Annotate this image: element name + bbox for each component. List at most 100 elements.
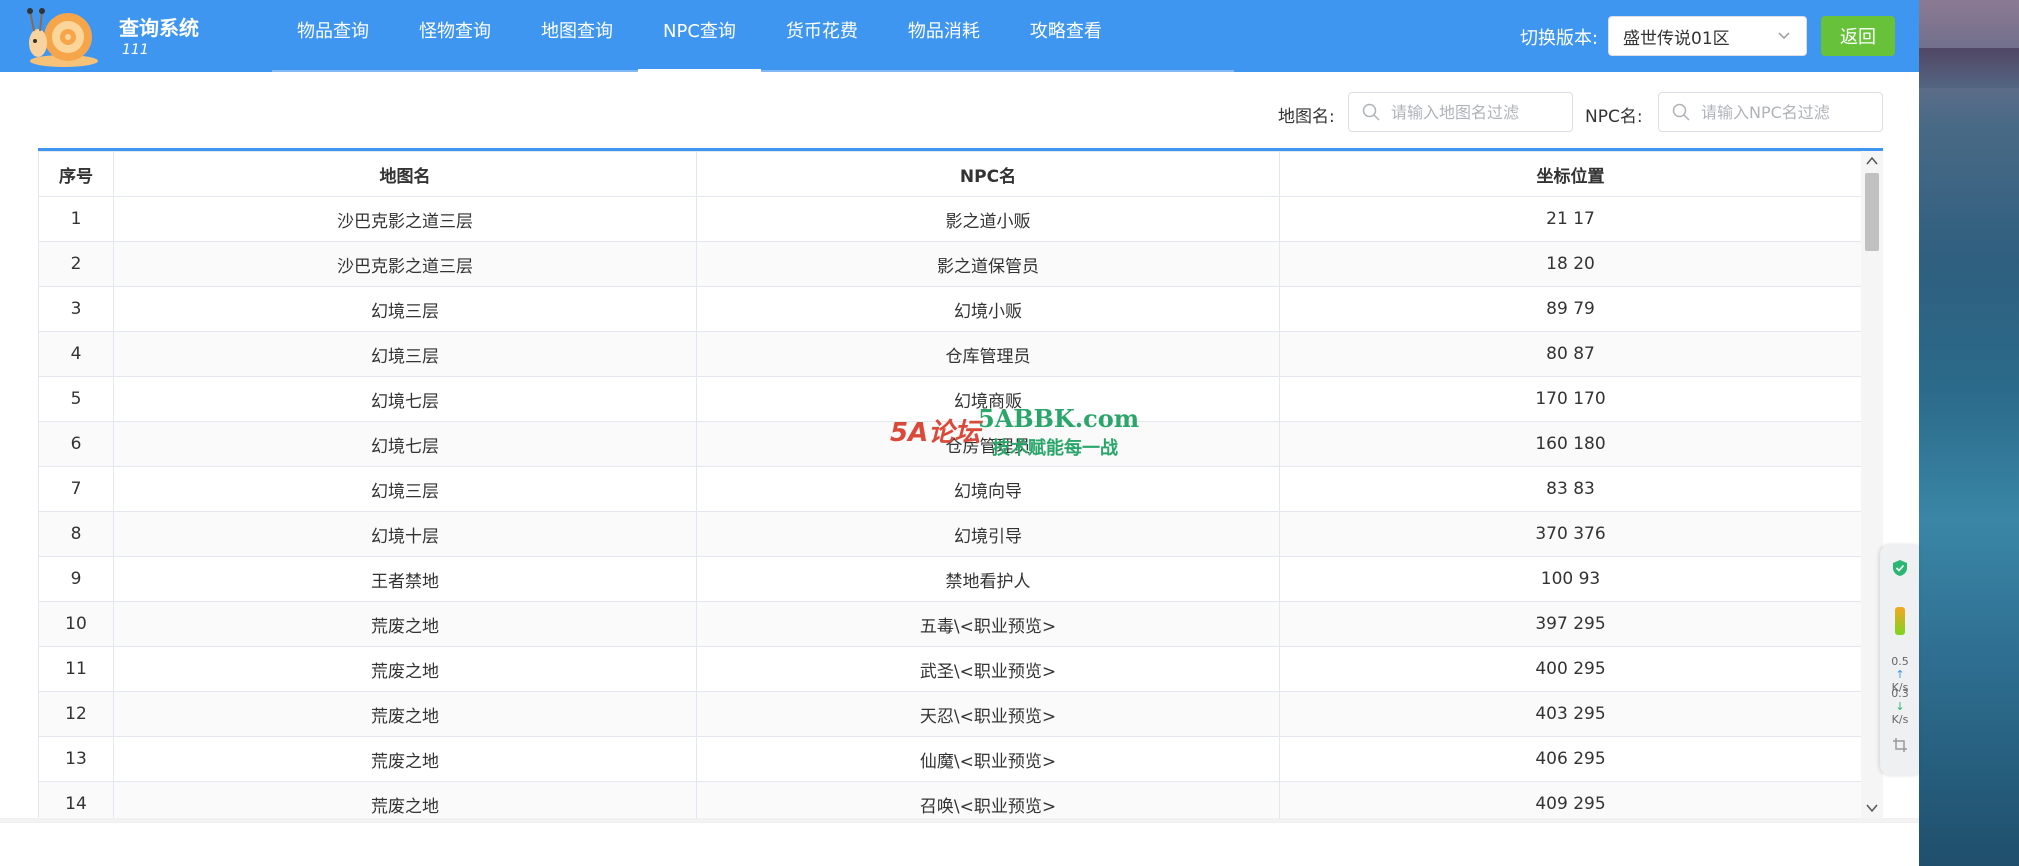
table-header-row: 序号 地图名 NPC名 坐标位置	[38, 151, 1862, 197]
cell-map-name: 王者禁地	[113, 556, 697, 602]
cell-npc-name: 幻境引导	[696, 511, 1280, 557]
cell-index: 8	[38, 511, 114, 557]
cell-position: 370 376	[1279, 511, 1862, 557]
back-button[interactable]: 返回	[1821, 16, 1895, 56]
cell-position: 160 180	[1279, 421, 1862, 467]
cell-index: 6	[38, 421, 114, 467]
cell-npc-name: 幻境小贩	[696, 286, 1280, 332]
cell-npc-name: 仓库管理员	[696, 331, 1280, 377]
nav-item-monsters[interactable]: 怪物查询	[394, 0, 516, 66]
cell-position: 400 295	[1279, 646, 1862, 692]
nav-item-currency[interactable]: 货币花费	[761, 0, 883, 66]
table-body: 1 沙巴克影之道三层 影之道小贩 21 17 2 沙巴克影之道三层 影之道保管员 18 20 3…	[38, 196, 1862, 818]
table-row[interactable]: 2 沙巴克影之道三层 影之道保管员 18 20	[38, 241, 1862, 287]
cell-index: 12	[38, 691, 114, 737]
cell-position: 100 93	[1279, 556, 1862, 602]
cell-npc-name: 五毒\<职业预览>	[696, 601, 1280, 647]
cell-map-name: 沙巴克影之道三层	[113, 196, 697, 242]
cell-index: 3	[38, 286, 114, 332]
cell-map-name: 沙巴克影之道三层	[113, 241, 697, 287]
column-header-position[interactable]: 坐标位置	[1279, 151, 1862, 197]
cell-position: 397 295	[1279, 601, 1862, 647]
memory-bar-icon	[1895, 607, 1905, 635]
table-row[interactable]: 12 荒废之地 天忍\<职业预览> 403 295	[38, 691, 1862, 737]
cell-map-name: 幻境三层	[113, 466, 697, 512]
scroll-down-arrow-icon[interactable]	[1861, 800, 1883, 816]
cell-map-name: 荒废之地	[113, 781, 697, 818]
top-header: 查询系统 111 物品查询 怪物查询 地图查询 NPC查询 货币花费 物品消耗 …	[0, 0, 1919, 72]
app-title: 查询系统	[119, 16, 199, 40]
table-row[interactable]: 13 荒废之地 仙魔\<职业预览> 406 295	[38, 736, 1862, 782]
version-label: 切换版本:	[1520, 28, 1599, 49]
cell-npc-name: 禁地看护人	[696, 556, 1280, 602]
table-row[interactable]: 4 幻境三层 仓库管理员 80 87	[38, 331, 1862, 377]
npc-filter-input[interactable]	[1701, 102, 1871, 122]
column-header-index[interactable]: 序号	[38, 151, 114, 197]
npc-filter-field[interactable]	[1658, 92, 1883, 132]
table-row[interactable]: 10 荒废之地 五毒\<职业预览> 397 295	[38, 601, 1862, 647]
cell-npc-name: 召唤\<职业预览>	[696, 781, 1280, 818]
nav-item-items[interactable]: 物品查询	[272, 0, 394, 66]
cell-map-name: 幻境三层	[113, 331, 697, 377]
table-row[interactable]: 8 幻境十层 幻境引导 370 376	[38, 511, 1862, 557]
nav-item-maps[interactable]: 地图查询	[516, 0, 638, 66]
table-row[interactable]: 11 荒废之地 武圣\<职业预览> 400 295	[38, 646, 1862, 692]
nav-item-consumption[interactable]: 物品消耗	[883, 0, 1005, 66]
nav-item-npc[interactable]: NPC查询	[638, 0, 761, 72]
map-filter-field[interactable]	[1348, 92, 1573, 132]
cell-position: 406 295	[1279, 736, 1862, 782]
cell-map-name: 荒废之地	[113, 601, 697, 647]
app-subtitle: 111	[122, 42, 149, 58]
cell-index: 14	[38, 781, 114, 818]
map-filter-input[interactable]	[1391, 102, 1561, 122]
npc-table-container: 序号 地图名 NPC名 坐标位置 1 沙巴克影之道三层 影之道小贩 21 17 2 沙巴克…	[38, 148, 1883, 818]
shield-check-icon[interactable]	[1892, 559, 1908, 577]
snail-logo-icon	[27, 8, 98, 67]
column-header-npc[interactable]: NPC名	[696, 151, 1280, 197]
map-filter-label: 地图名:	[1278, 107, 1335, 127]
cell-index: 2	[38, 241, 114, 287]
cell-npc-name: 天忍\<职业预览>	[696, 691, 1280, 737]
table-row[interactable]: 1 沙巴克影之道三层 影之道小贩 21 17	[38, 196, 1862, 242]
table-row[interactable]: 14 荒废之地 召唤\<职业预览> 409 295	[38, 781, 1862, 818]
watermark-site: 5ABBK.com	[978, 404, 1140, 433]
cell-index: 1	[38, 196, 114, 242]
cell-map-name: 荒废之地	[113, 646, 697, 692]
cell-map-name: 幻境七层	[113, 421, 697, 467]
column-header-map[interactable]: 地图名	[113, 151, 697, 197]
cell-map-name: 幻境七层	[113, 376, 697, 422]
table-row[interactable]: 9 王者禁地 禁地看护人 100 93	[38, 556, 1862, 602]
cell-npc-name: 影之道小贩	[696, 196, 1280, 242]
cell-map-name: 幻境三层	[113, 286, 697, 332]
cell-position: 83 83	[1279, 466, 1862, 512]
download-speed-unit: K/s	[1891, 713, 1909, 726]
cell-index: 10	[38, 601, 114, 647]
scroll-up-arrow-icon[interactable]	[1861, 153, 1883, 169]
npc-filter-label: NPC名:	[1585, 107, 1643, 127]
nav-divider	[272, 70, 1234, 72]
cell-position: 170 170	[1279, 376, 1862, 422]
table-row[interactable]: 3 幻境三层 幻境小贩 89 79	[38, 286, 1862, 332]
nav-item-guides[interactable]: 攻略查看	[1005, 0, 1127, 66]
cell-map-name: 荒废之地	[113, 736, 697, 782]
search-icon	[1672, 103, 1690, 121]
crop-screenshot-icon[interactable]	[1892, 737, 1908, 753]
download-speed-value: 0.3	[1891, 687, 1909, 700]
cell-map-name: 荒废之地	[113, 691, 697, 737]
desktop-background	[1919, 0, 2019, 866]
network-speed-widget[interactable]: 0.5 ↑ K/s 0.3 ↓ K/s	[1880, 545, 1919, 775]
cell-index: 11	[38, 646, 114, 692]
cell-npc-name: 幻境向导	[696, 466, 1280, 512]
cell-position: 409 295	[1279, 781, 1862, 818]
cell-npc-name: 影之道保管员	[696, 241, 1280, 287]
search-icon	[1362, 103, 1380, 121]
version-select[interactable]: 盛世传说01区	[1608, 16, 1807, 56]
bottom-bar	[0, 822, 1919, 866]
main-nav: 物品查询 怪物查询 地图查询 NPC查询 货币花费 物品消耗 攻略查看	[272, 0, 1127, 72]
cell-index: 4	[38, 331, 114, 377]
table-row[interactable]: 7 幻境三层 幻境向导 83 83	[38, 466, 1862, 512]
scroll-thumb[interactable]	[1865, 173, 1879, 251]
watermark-overlay: 5A论坛 5ABBK.com 技术赋能每一战	[890, 398, 1140, 468]
upload-speed-value: 0.5	[1891, 655, 1909, 668]
download-speed: 0.3 ↓ K/s	[1886, 687, 1914, 726]
